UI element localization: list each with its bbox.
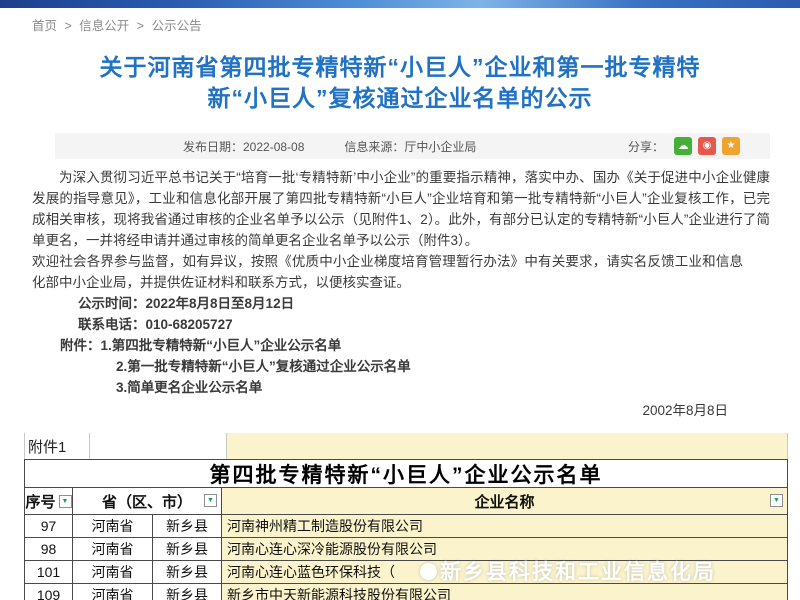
- share-label: 分享：: [628, 138, 664, 155]
- cell-no: 101: [24, 561, 73, 584]
- qzone-star-share-icon[interactable]: [722, 137, 740, 155]
- cell-no: 109: [24, 584, 73, 600]
- watermark-emblem-icon: [420, 563, 437, 580]
- sheet-top-row: 附件1: [24, 433, 788, 459]
- filter-dropdown-icon[interactable]: [770, 494, 783, 507]
- title-line-2: 新“小巨人”复核通过企业名单的公示: [40, 83, 760, 114]
- empty-cell: [90, 433, 227, 459]
- publish-time-line: 公示时间：2022年8月8日至8月12日: [78, 293, 770, 314]
- cell-province: 河南省: [73, 561, 153, 584]
- publish-date: 发布日期：2022-08-08: [183, 138, 304, 155]
- table-row: 97河南省新乡县河南神州精工制造股份有限公司: [24, 515, 788, 538]
- cell-county: 新乡县: [153, 538, 222, 561]
- cell-no: 97: [24, 515, 73, 538]
- cell-county: 新乡县: [153, 561, 222, 584]
- empty-cell: [227, 433, 788, 459]
- cell-company: 新乡市中天新能源科技股份有限公司: [222, 584, 788, 600]
- breadcrumb-current: 公示公告: [152, 19, 202, 33]
- info-source: 信息来源：厅中小企业局: [344, 138, 476, 155]
- breadcrumb-separator: >: [137, 19, 144, 33]
- cell-no: 98: [24, 538, 73, 561]
- breadcrumb-info-disclosure[interactable]: 信息公开: [79, 19, 129, 33]
- header-region-label: 省（区、市）: [102, 491, 192, 512]
- cell-company: 河南神州精工制造股份有限公司: [222, 515, 788, 538]
- table-row: 109河南省新乡县新乡市中天新能源科技股份有限公司: [24, 584, 788, 600]
- paragraph-2: 欢迎社会各界参与监督，如有异议，按照《优质中小企业梯度培育管理暂行办法》中有关要…: [32, 251, 743, 293]
- sign-date: 2002年8月8日: [32, 400, 770, 421]
- header-company: 企业名称: [222, 488, 788, 515]
- weibo-share-icon[interactable]: [698, 137, 716, 155]
- paragraph-1: 为深入贯彻习近平总书记关于“培育一批‘专精特新’中小企业”的重要指示精神，落实中…: [32, 167, 770, 251]
- header-no-label: 序号: [25, 491, 55, 512]
- share-group: 分享：: [628, 137, 740, 155]
- breadcrumb: 首页 > 信息公开 > 公示公告: [32, 15, 206, 34]
- table-header-row: 序号 省（区、市） 企业名称: [24, 488, 788, 515]
- article-body: 为深入贯彻习近平总书记关于“培育一批‘专精特新’中小企业”的重要指示精神，落实中…: [32, 167, 770, 421]
- header-region: 省（区、市）: [73, 488, 222, 515]
- breadcrumb-separator: >: [65, 19, 72, 33]
- contact-phone-line: 联系电话：010-68205727: [78, 314, 770, 335]
- table-title-row: 第四批专精特新“小巨人”企业公示名单: [24, 459, 788, 488]
- filter-dropdown-icon[interactable]: [59, 495, 72, 508]
- cell-province: 河南省: [73, 515, 153, 538]
- page: 首页 > 信息公开 > 公示公告 关于河南省第四批专精特新“小巨人”企业和第一批…: [0, 0, 800, 600]
- wechat-share-icon[interactable]: [674, 137, 692, 155]
- watermark-text: 新乡县科技和工业信息化局: [440, 556, 716, 586]
- header-company-label: 企业名称: [474, 491, 534, 512]
- attachment-line-2: 2.第一批专精特新“小巨人”复核通过企业公示名单: [116, 356, 770, 377]
- watermark: 新乡县科技和工业信息化局: [420, 556, 780, 586]
- cell-county: 新乡县: [153, 515, 222, 538]
- breadcrumb-home[interactable]: 首页: [32, 19, 57, 33]
- title-line-1: 关于河南省第四批专精特新“小巨人”企业和第一批专精特: [40, 52, 760, 83]
- cell-province: 河南省: [73, 584, 153, 600]
- meta-bar: 发布日期：2022-08-08 信息来源：厅中小企业局 分享：: [55, 133, 770, 159]
- attachment-line-1: 附件：1.第四批专精特新“小巨人”企业公示名单: [60, 335, 770, 356]
- header-no: 序号: [24, 488, 73, 515]
- cell-province: 河南省: [73, 538, 153, 561]
- page-title: 关于河南省第四批专精特新“小巨人”企业和第一批专精特 新“小巨人”复核通过企业名…: [40, 52, 760, 114]
- cell-county: 新乡县: [153, 584, 222, 600]
- filter-dropdown-icon[interactable]: [204, 494, 217, 507]
- top-nav-bar: [0, 0, 800, 8]
- table-title: 第四批专精特新“小巨人”企业公示名单: [24, 459, 788, 488]
- attachment1-cell: 附件1: [24, 433, 90, 459]
- attachment-line-3: 3.简单更名企业公示名单: [116, 377, 770, 398]
